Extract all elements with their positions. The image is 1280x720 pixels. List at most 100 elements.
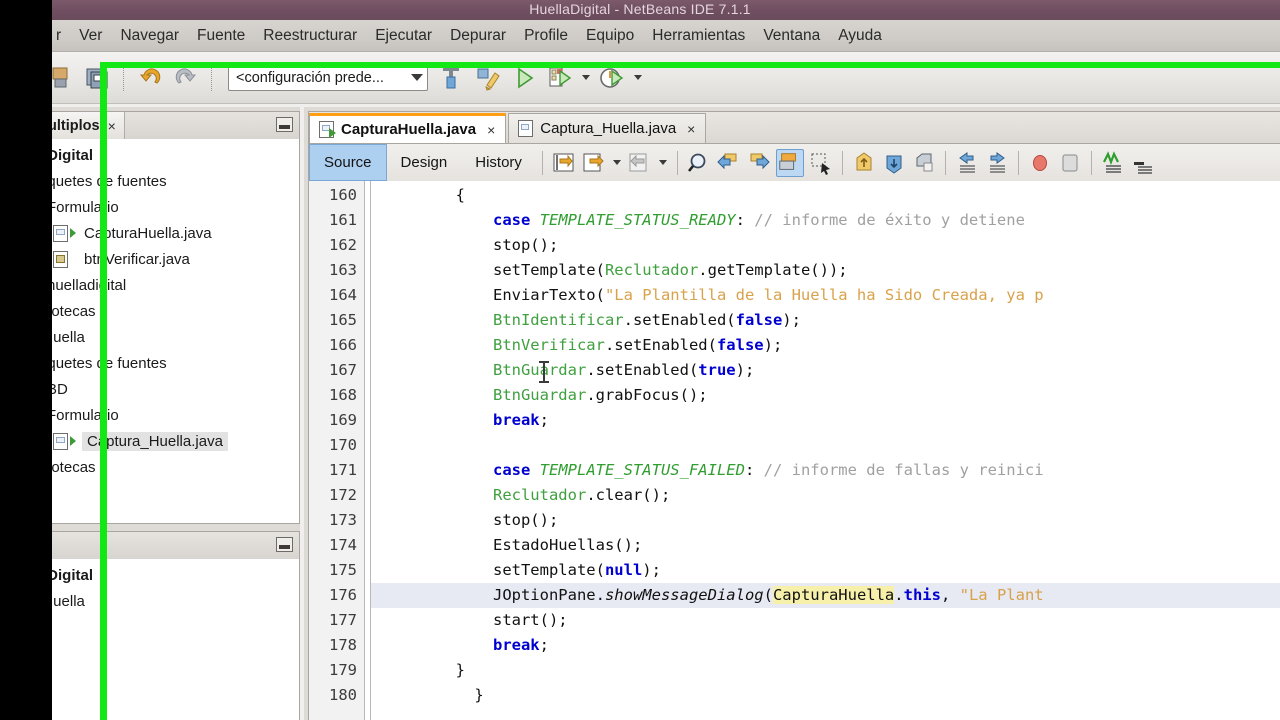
menu-ventana[interactable]: Ventana <box>754 25 829 47</box>
code-line-173: stop(); <box>381 511 559 529</box>
tree-label: btnVerificar.java <box>84 250 190 268</box>
tab-design[interactable]: Design <box>387 144 462 181</box>
screenshot-root: HuellaDigital - NetBeans IDE 7.1.1 r Ver… <box>0 0 1280 720</box>
tree-label: huelladigital <box>47 276 127 294</box>
code-line-167: BtnGuardar.setEnabled(true); <box>492 361 755 379</box>
tree-label: Formulario <box>47 406 119 424</box>
menu-ejecutar[interactable]: Ejecutar <box>366 25 441 47</box>
line-number: 173 <box>329 511 357 529</box>
next-bookmark-icon[interactable] <box>746 150 772 176</box>
java-file-icon <box>53 432 68 450</box>
line-number: 178 <box>329 636 357 654</box>
main-class-arrow-icon <box>70 228 76 238</box>
toggle-bookmark-icon[interactable] <box>911 150 937 176</box>
code-line-163: setTemplate(Reclutador.getTemplate()); <box>381 261 848 279</box>
toggle-highlight-search-icon[interactable] <box>775 148 804 177</box>
profile-dropdown-chevron-icon[interactable] <box>634 75 642 80</box>
java-form-file-icon <box>53 250 68 268</box>
editor-dock-area: CapturaHuella.java × Captura_Huella.java… <box>304 107 1280 720</box>
previous-error-icon[interactable] <box>851 150 877 176</box>
line-number: 167 <box>329 361 357 379</box>
toolbar-separator <box>1017 150 1019 175</box>
previous-bookmark-icon[interactable] <box>716 150 742 176</box>
code-line-160: { <box>381 186 465 204</box>
toolbar-separator <box>944 150 946 175</box>
menu-ver[interactable]: Ver <box>70 25 111 47</box>
menu-reestructurar[interactable]: Reestructurar <box>254 25 366 47</box>
letterbox-left <box>0 0 52 720</box>
line-number: 177 <box>329 611 357 629</box>
line-number: 179 <box>329 661 357 679</box>
tab-history[interactable]: History <box>461 144 536 181</box>
close-icon[interactable]: × <box>108 118 116 134</box>
line-number: 165 <box>329 311 357 329</box>
shift-right-icon[interactable] <box>984 150 1010 176</box>
forward-icon[interactable] <box>627 150 653 176</box>
menu-depurar[interactable]: Depurar <box>441 25 515 47</box>
line-number: 176 <box>329 586 357 604</box>
code-line-180: } <box>381 686 484 704</box>
code-lines[interactable]: { case TEMPLATE_STATUS_READY: // informe… <box>371 181 1280 720</box>
editor-toolbar: Source Design History <box>309 144 1280 182</box>
line-number: 163 <box>329 261 357 279</box>
java-file-icon <box>53 224 68 242</box>
code-line-179: } <box>381 661 465 679</box>
line-number-gutter: 160 161 162 163 164 165 166 167 168 169 … <box>309 181 365 720</box>
editor-tabbar: CapturaHuella.java × Captura_Huella.java… <box>309 112 1280 144</box>
close-icon[interactable]: × <box>487 122 495 138</box>
tab-source[interactable]: Source <box>309 144 387 181</box>
line-number: 168 <box>329 386 357 404</box>
window-title: HuellaDigital - NetBeans IDE 7.1.1 <box>529 1 751 17</box>
toolbar-separator-1 <box>123 64 125 91</box>
chevron-down-icon <box>411 74 423 81</box>
menu-archivo-partial[interactable]: r <box>56 25 70 47</box>
line-number: 172 <box>329 486 357 504</box>
menu-fuente[interactable]: Fuente <box>188 25 254 47</box>
tab-capturahuella-java[interactable]: CapturaHuella.java × <box>309 113 507 143</box>
toolbar-separator <box>1090 150 1092 175</box>
toggle-rectangular-selection-icon[interactable] <box>808 150 834 176</box>
project-configuration-value: <configuración prede... <box>236 69 384 86</box>
toolbar-separator <box>676 150 678 175</box>
project-configuration-combobox[interactable]: <configuración prede... <box>228 64 428 91</box>
last-edit-icon[interactable] <box>551 150 577 176</box>
minimize-window-icon[interactable] <box>276 537 293 552</box>
stop-icon[interactable] <box>1057 150 1083 176</box>
window-titlebar: HuellaDigital - NetBeans IDE 7.1.1 <box>0 0 1280 20</box>
java-file-icon <box>518 120 534 137</box>
toolbar-separator <box>541 150 543 175</box>
back-icon[interactable] <box>581 150 607 176</box>
menu-equipo[interactable]: Equipo <box>577 25 643 47</box>
line-number: 166 <box>329 336 357 354</box>
toggle-breakpoint-icon[interactable] <box>1027 150 1053 176</box>
close-icon[interactable]: × <box>687 121 695 137</box>
line-number: 169 <box>329 411 357 429</box>
comment-icon[interactable] <box>1100 150 1126 176</box>
editor-frame: CapturaHuella.java × Captura_Huella.java… <box>308 111 1280 720</box>
debug-dropdown-chevron-icon[interactable] <box>582 75 590 80</box>
code-line-168: BtnGuardar.grabFocus(); <box>492 386 708 404</box>
code-editor[interactable]: 160 161 162 163 164 165 166 167 168 169 … <box>309 181 1280 720</box>
chevron-down-icon[interactable] <box>612 160 621 165</box>
find-selection-icon[interactable] <box>686 150 712 176</box>
uncomment-icon[interactable] <box>1130 150 1156 176</box>
minimize-window-icon[interactable] <box>276 117 293 132</box>
menu-herramientas[interactable]: Herramientas <box>643 25 754 47</box>
line-number: 175 <box>329 561 357 579</box>
tab-label: CapturaHuella.java <box>341 121 477 138</box>
menu-navegar[interactable]: Navegar <box>111 25 188 47</box>
shift-left-icon[interactable] <box>954 150 980 176</box>
toolbar-separator-2 <box>211 64 213 91</box>
line-number: 160 <box>329 186 357 204</box>
code-line-177: start(); <box>381 611 568 629</box>
tab-label: Captura_Huella.java <box>540 120 677 137</box>
next-error-icon[interactable] <box>881 150 907 176</box>
menu-ayuda[interactable]: Ayuda <box>829 25 891 47</box>
tab-captura-huella-java[interactable]: Captura_Huella.java × <box>508 113 707 143</box>
menu-profile[interactable]: Profile <box>515 25 577 47</box>
netbeans-ide-window: HuellaDigital - NetBeans IDE 7.1.1 r Ver… <box>0 0 1280 720</box>
chevron-down-icon[interactable] <box>658 160 667 165</box>
line-number: 161 <box>329 211 357 229</box>
code-line-169: break; <box>492 411 549 429</box>
